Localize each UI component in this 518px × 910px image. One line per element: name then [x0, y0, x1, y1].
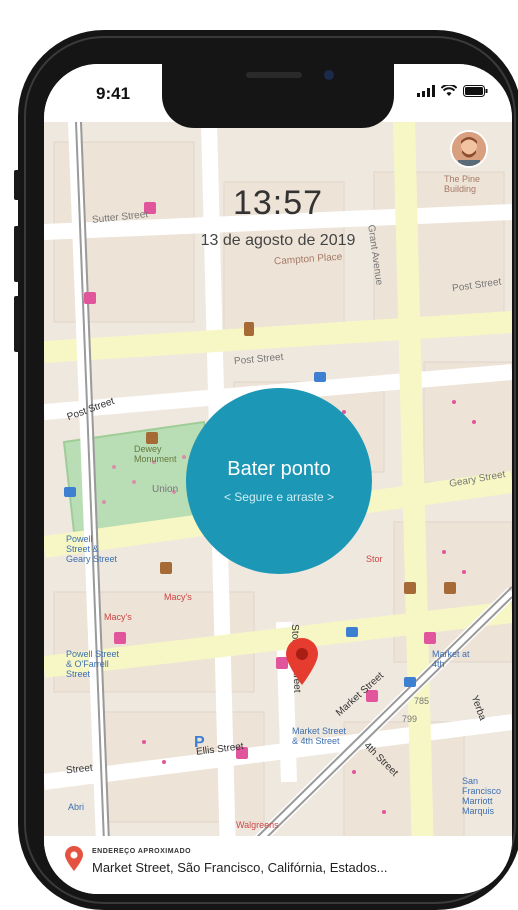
user-avatar[interactable] — [450, 130, 488, 168]
volume-down-button — [14, 296, 20, 352]
punch-button-hint: < Segure e arraste > — [223, 490, 335, 504]
mute-switch — [14, 170, 20, 200]
punch-button-label: Bater ponto — [227, 458, 331, 480]
svg-text:P: P — [194, 734, 205, 751]
app-screen: 9:41 P Sutter Street Campton Place Post … — [44, 64, 512, 894]
avatar-face-icon — [452, 132, 486, 166]
location-pin-icon — [284, 636, 320, 691]
wifi-icon — [441, 85, 457, 96]
location-marker-icon — [64, 846, 84, 877]
address-label: ENDEREÇO APROXIMADO — [92, 848, 192, 855]
volume-up-button — [14, 226, 20, 282]
status-time: 9:41 — [96, 84, 131, 103]
clock-date: 13 de agosto de 2019 — [200, 232, 356, 249]
status-icons — [417, 85, 488, 97]
clock-time: 13:57 — [232, 184, 324, 222]
address-value: Market Street, São Francisco, Califórnia… — [92, 860, 388, 875]
battery-icon — [463, 85, 488, 97]
punch-clock-button[interactable]: Bater ponto < Segure e arraste > — [186, 388, 372, 574]
signal-icon — [417, 85, 435, 97]
speaker-grille — [246, 72, 302, 78]
front-camera — [324, 70, 334, 80]
notch — [162, 64, 394, 128]
address-panel[interactable]: ENDEREÇO APROXIMADO Market Street, São F… — [44, 836, 512, 894]
